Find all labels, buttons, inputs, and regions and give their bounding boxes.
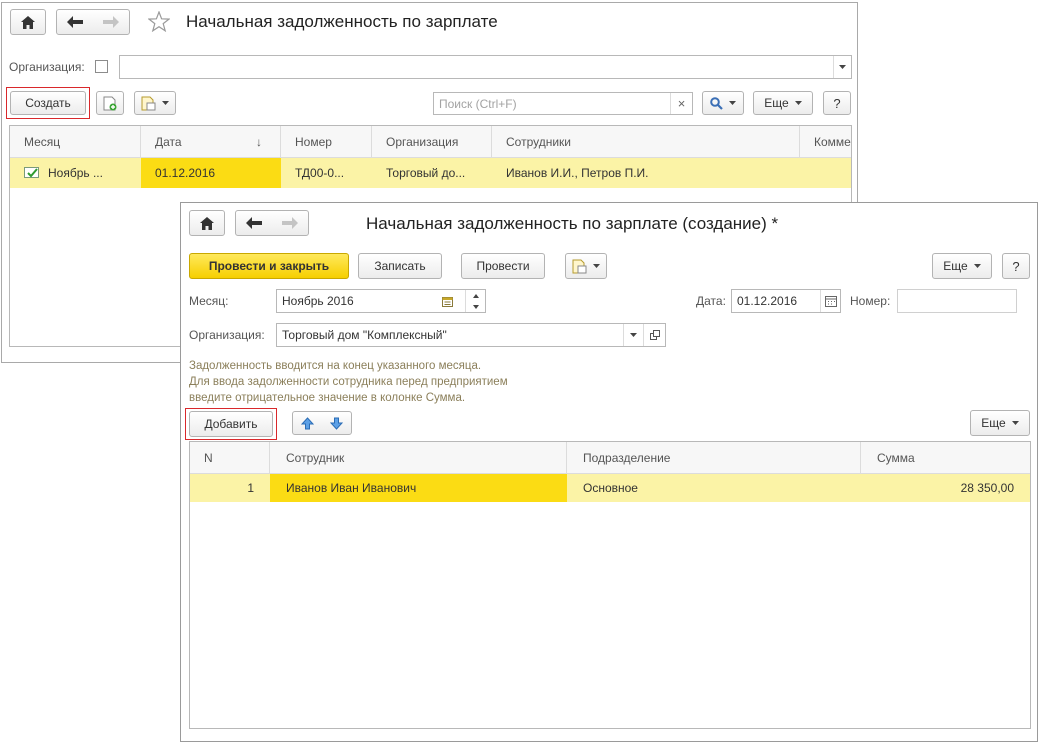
home-button[interactable]: [189, 210, 225, 236]
forward-arrow-icon[interactable]: [103, 16, 119, 28]
table-header: N Сотрудник Подразделение Сумма: [190, 442, 1030, 474]
cell-department[interactable]: Основное: [567, 474, 861, 502]
column-header-date[interactable]: Дата ↓: [141, 126, 281, 157]
spin-down-icon[interactable]: [472, 304, 479, 309]
magnifier-icon: [710, 96, 723, 110]
table-row[interactable]: Ноябрь ... 01.12.2016 ТД00-0... Торговый…: [10, 158, 851, 188]
table-row[interactable]: 1 Иванов Иван Иванович Основное 28 350,0…: [190, 474, 1030, 502]
dropdown-arrow-icon[interactable]: [833, 56, 851, 78]
chevron-down-icon: [729, 101, 736, 105]
create-button[interactable]: Создать: [10, 91, 86, 115]
organization-field[interactable]: Торговый дом "Комплексный": [276, 323, 666, 347]
post-button[interactable]: Провести: [461, 253, 545, 279]
month-field[interactable]: Ноябрь 2016: [276, 289, 486, 313]
month-label: Месяц:: [189, 294, 229, 308]
month-spinner[interactable]: [465, 290, 485, 312]
more-button[interactable]: Еще: [753, 91, 813, 115]
column-header-month[interactable]: Месяц: [10, 126, 141, 157]
column-header-amount[interactable]: Сумма: [861, 442, 1030, 473]
cell-month: Ноябрь ...: [10, 158, 141, 188]
chevron-down-icon: [162, 101, 169, 105]
table-more-button[interactable]: Еще: [970, 410, 1030, 436]
column-header-employee[interactable]: Сотрудник: [270, 442, 567, 473]
home-icon: [200, 216, 214, 230]
move-group: [292, 411, 352, 435]
nav-group: [56, 9, 130, 35]
cell-date: 01.12.2016: [141, 158, 281, 188]
home-icon: [21, 15, 35, 29]
number-field[interactable]: [897, 289, 1017, 313]
posted-document-icon: [24, 166, 40, 180]
back-arrow-icon[interactable]: [246, 217, 262, 229]
search-input[interactable]: Поиск (Ctrl+F) ×: [433, 92, 693, 115]
column-header-employees[interactable]: Сотрудники: [492, 126, 800, 157]
help-button[interactable]: ?: [1002, 253, 1030, 279]
date-label: Дата:: [696, 294, 726, 308]
document-based-icon: [141, 96, 157, 111]
post-and-close-button[interactable]: Провести и закрыть: [189, 253, 349, 279]
org-filter-label: Организация:: [9, 60, 85, 74]
cell-number: ТД00-0...: [295, 166, 345, 180]
table-header: Месяц Дата ↓ Номер Организация Сотрудник…: [10, 126, 851, 158]
move-up-icon[interactable]: [301, 416, 314, 430]
move-down-icon[interactable]: [330, 417, 343, 430]
cell-employee[interactable]: Иванов Иван Иванович: [270, 474, 567, 502]
column-header-organization[interactable]: Организация: [372, 126, 492, 157]
org-filter-checkbox[interactable]: [95, 60, 108, 73]
hint-line: введите отрицательное значение в колонке…: [189, 392, 466, 404]
date-field[interactable]: 01.12.2016: [731, 289, 841, 313]
more-button[interactable]: Еще: [932, 253, 992, 279]
calendar-icon[interactable]: [820, 290, 840, 312]
search-button[interactable]: [702, 91, 744, 115]
save-button[interactable]: Записать: [358, 253, 442, 279]
list-title: Начальная задолженность по зарплате: [186, 12, 498, 31]
cell-organization: Торговый до...: [386, 166, 466, 180]
hint-line: Для ввода задолженности сотрудника перед…: [189, 376, 508, 388]
sort-descending-icon: ↓: [256, 134, 262, 149]
add-row-button[interactable]: Добавить: [189, 411, 273, 437]
create-based-on-button[interactable]: [134, 91, 176, 115]
form-title: Начальная задолженность по зарплате (соз…: [366, 214, 779, 233]
cell-employees: Иванов И.И., Петров П.И.: [506, 166, 649, 180]
org-filter-field[interactable]: [119, 55, 852, 79]
organization-label: Организация:: [189, 328, 265, 342]
chevron-down-icon: [973, 264, 981, 268]
employees-table: N Сотрудник Подразделение Сумма 1 Иванов…: [189, 441, 1031, 729]
nav-group: [235, 210, 309, 236]
dropdown-arrow-icon[interactable]: [623, 324, 643, 346]
column-header-comment[interactable]: Комме: [800, 126, 851, 157]
form-window: Начальная задолженность по зарплате (соз…: [180, 202, 1038, 742]
cell-amount[interactable]: 28 350,00: [861, 474, 1030, 502]
spin-up-icon[interactable]: [472, 293, 479, 298]
cell-comment: [800, 158, 851, 188]
hint-text: Задолженность вводится на конец указанно…: [189, 358, 508, 406]
favorite-star-icon[interactable]: [148, 11, 170, 32]
forward-arrow-icon[interactable]: [282, 217, 298, 229]
help-button[interactable]: ?: [823, 91, 851, 115]
column-header-n[interactable]: N: [190, 442, 270, 473]
column-header-number[interactable]: Номер: [281, 126, 372, 157]
create-copy-button[interactable]: [96, 91, 124, 115]
home-button[interactable]: [10, 9, 46, 35]
number-label: Номер:: [850, 294, 891, 308]
hint-line: Задолженность вводится на конец указанно…: [189, 360, 482, 372]
chevron-down-icon: [593, 264, 600, 268]
clear-search-icon[interactable]: ×: [670, 93, 692, 114]
chevron-down-icon: [794, 101, 802, 105]
document-based-icon: [572, 259, 588, 274]
create-based-on-button[interactable]: [565, 253, 607, 279]
column-header-department[interactable]: Подразделение: [567, 442, 861, 473]
calendar-select-icon[interactable]: [437, 290, 457, 312]
back-arrow-icon[interactable]: [67, 16, 83, 28]
add-document-icon: [103, 96, 117, 111]
cell-n: 1: [247, 481, 254, 495]
chevron-down-icon: [1011, 421, 1019, 425]
open-item-icon[interactable]: [643, 324, 665, 346]
